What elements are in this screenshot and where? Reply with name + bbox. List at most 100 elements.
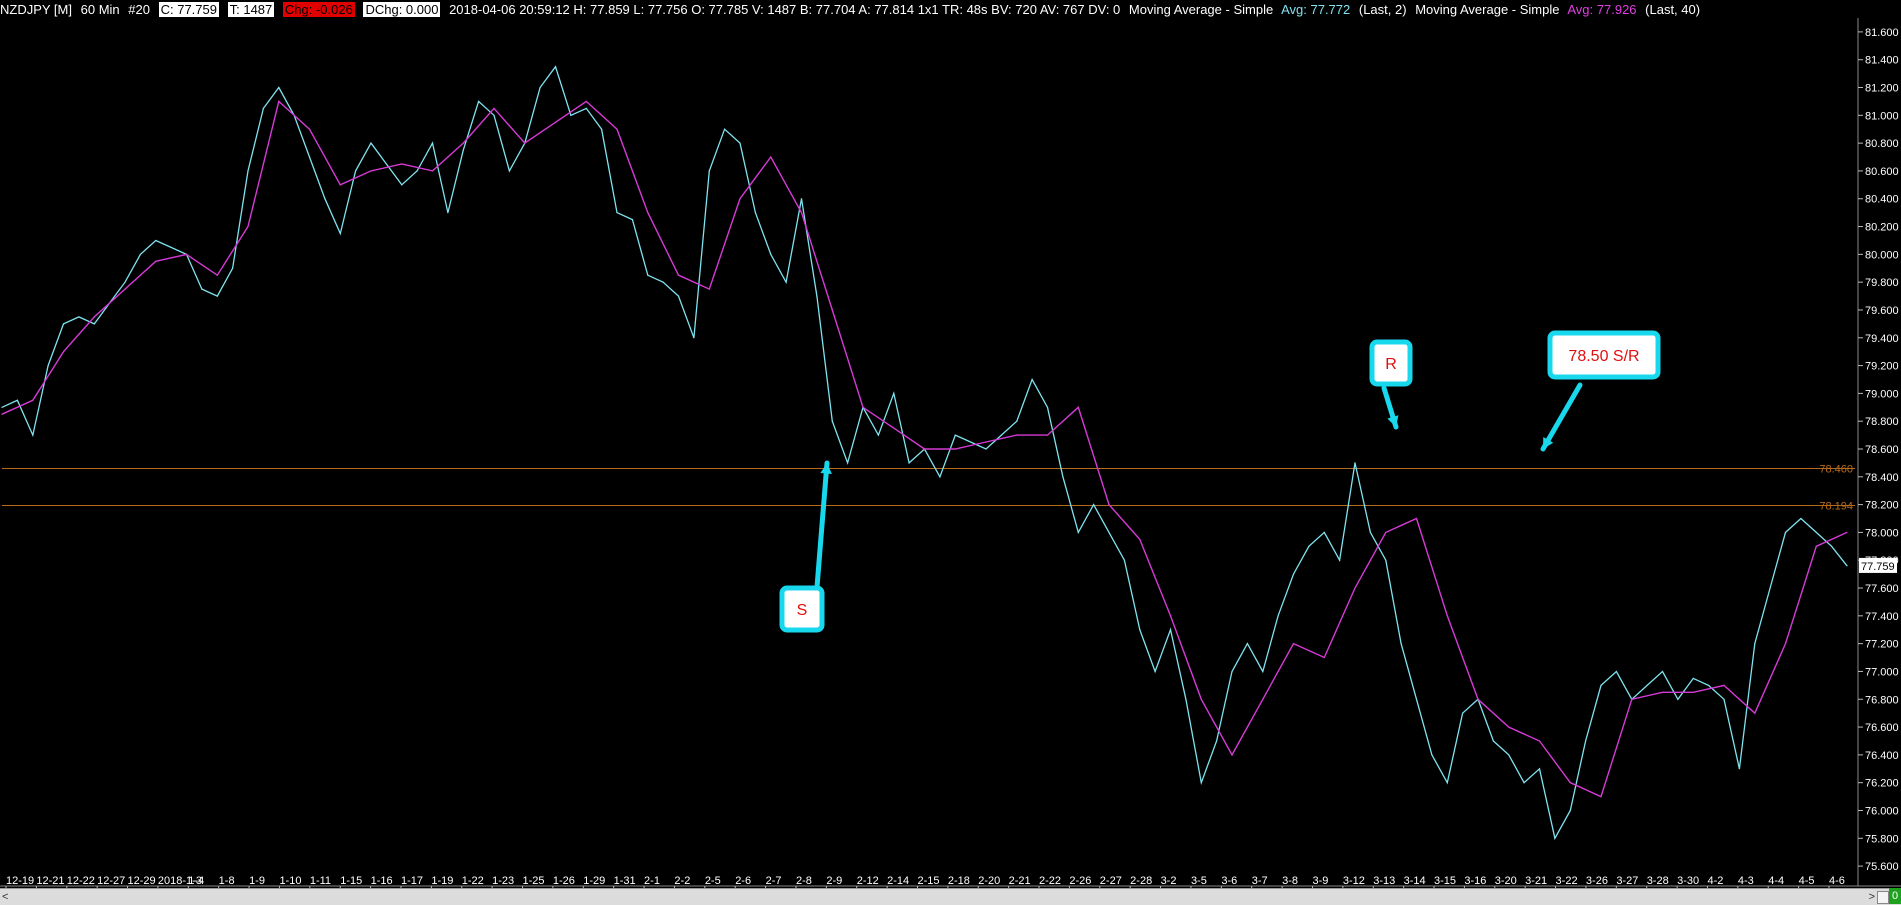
price-point [1815,531,1817,534]
price-tick-label: 79.600 [1865,305,1899,317]
price-tick-label: 78.000 [1865,527,1899,539]
moving-average-point [1692,691,1694,693]
price-point [785,281,787,283]
price-point [877,434,879,436]
price-point [462,149,464,151]
price-point [1016,420,1018,422]
price-point [139,253,141,255]
price-point [847,462,849,464]
price-point [431,142,434,144]
price-tick-label: 80.200 [1865,222,1899,234]
price-point [1369,531,1371,534]
price-point [1846,565,1848,567]
date-axis[interactable]: 12-19 12-21 12-22 12-27 12-29 2018-1-31-4 1-8 1… [5,875,1845,888]
price-point [1661,670,1664,673]
price-tick-label: 77.400 [1865,611,1899,623]
moving-average-point [370,170,372,172]
price-tick-label: 81.400 [1865,55,1899,67]
price-point [754,212,756,214]
price-point [908,462,910,464]
date-tick-label: 1-25 [523,875,545,887]
price-point [93,323,95,325]
price-tick-label: 80.000 [1865,249,1899,261]
date-tick-label: 2-28 [1130,875,1152,887]
date-tick-label: 2-20 [978,875,1000,887]
price-point [831,420,833,422]
price-point [1062,476,1064,478]
date-tick-label: 1-11 [310,875,331,887]
moving-average-point [1661,691,1664,693]
date-tick-label: 3-5 [1191,875,1207,887]
plot-frame [0,18,1901,887]
moving-average-point [308,128,311,130]
price-point [493,114,495,116]
price-axis[interactable]: 81.600 81.400 81.200 81.000 80.800 80.600 80.4… [1858,27,1899,873]
price-point [201,288,203,290]
date-tick-label: 1-8 [219,875,235,887]
date-tick-label: 3-22 [1556,875,1578,887]
price-point [1585,740,1587,742]
date-tick-label: 2-5 [705,875,721,887]
moving-average-point [1631,698,1633,700]
moving-average-point [585,100,587,103]
price-point [1569,809,1571,812]
price-point [1462,712,1464,714]
price-point [1093,504,1095,506]
moving-average-point [954,448,956,450]
date-tick-label: 4-5 [1799,875,1815,887]
date-tick-label: 1-26 [553,875,575,887]
price-point [739,142,741,144]
price-point [970,441,972,443]
price-tick-label: 78.800 [1865,416,1899,428]
moving-average-point [739,198,741,200]
chart-area[interactable]: NZDJPY [M] 60 Min #20 C: 77.759 T: 1487 … [0,0,1901,905]
scroll-right-icon[interactable]: > [1869,891,1875,903]
price-point [1031,378,1033,381]
series-lines [1,65,1848,841]
price-point [1554,837,1556,839]
price-point [724,128,726,130]
price-point [247,170,249,172]
moving-average-point [1292,643,1295,645]
date-tick-label: 3-15 [1434,875,1456,887]
moving-average-point [1415,517,1418,520]
price-point [1323,531,1325,534]
date-tick-label: 2-6 [735,875,751,887]
horizontal-scrollbar[interactable]: < > [0,888,1901,905]
price-tick-label: 78.600 [1865,444,1899,456]
moving-average-point [1169,615,1172,617]
date-tick-label: 1-9 [249,875,265,887]
moving-average-point [800,212,803,214]
price-tick-label: 75.800 [1865,833,1899,845]
moving-average-point [1723,684,1725,686]
price-tick-label: 77.600 [1865,583,1899,595]
price-point [616,212,618,214]
date-tick-label: 2-1 [644,875,660,887]
price-point [585,107,587,109]
price-point [1046,406,1049,408]
price-point [1492,740,1494,742]
price-point [385,163,387,165]
price-point [1200,782,1202,784]
moving-average-point [524,142,526,144]
date-tick-label: 2-18 [948,875,970,887]
moving-average-point [1262,698,1264,700]
moving-average-point [647,212,649,214]
price-point [1831,545,1833,547]
price-chart[interactable]: 78.460 78.194 81.600 81.400 81.200 81.000 80.… [0,0,1901,888]
price-point [1723,698,1725,700]
moving-average-point [1231,754,1233,756]
price-tick-label: 79.200 [1865,361,1899,373]
price-point [554,66,557,68]
price-point [478,100,480,103]
price-point [631,218,633,221]
date-tick-label: 2-22 [1039,875,1061,887]
scroll-thumb[interactable] [1877,891,1889,904]
scroll-left-icon[interactable]: < [2,891,8,903]
moving-average-point [462,142,464,144]
moving-average-point [155,260,157,262]
date-tick-label: 12-19 [6,875,34,887]
price-tick-label: 76.800 [1865,694,1899,706]
date-tick-label: 4-4 [1768,875,1784,887]
moving-average-point [1754,712,1756,714]
